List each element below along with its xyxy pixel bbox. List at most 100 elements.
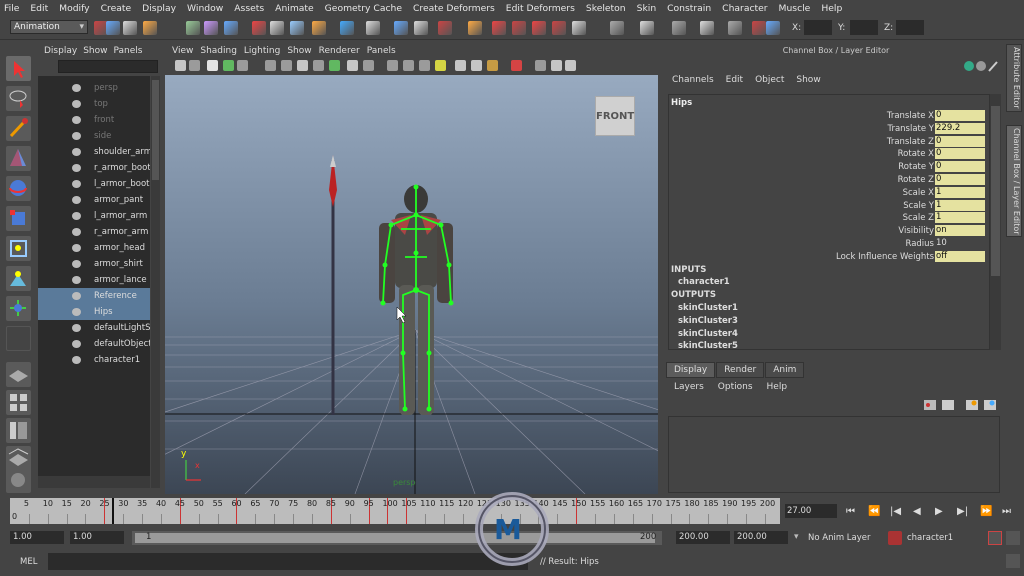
channel-attribute-row[interactable]: Visibility on <box>669 225 989 238</box>
le-menu-help[interactable]: Help <box>767 382 788 392</box>
viewport-tool-icon[interactable] <box>329 60 340 71</box>
step-forward-frame-icon[interactable]: ▶| <box>957 506 968 517</box>
viewport-tool-icon[interactable] <box>471 60 482 71</box>
channel-box-scrollbar[interactable] <box>990 94 1001 350</box>
channel-attribute-row[interactable]: Scale X1 <box>669 186 989 200</box>
channel-attribute-row[interactable]: Scale Z1 <box>669 212 989 225</box>
channel-attribute-row[interactable]: Rotate Y0 <box>669 161 989 174</box>
channel-attribute-value[interactable]: 1 <box>935 199 985 211</box>
outliner-hscrollbar[interactable] <box>38 476 150 488</box>
script-editor-icon[interactable] <box>1006 554 1020 568</box>
mel-input[interactable] <box>48 553 528 570</box>
outliner-item[interactable]: shoulder_armor <box>38 144 150 160</box>
soft-mod-tool-icon[interactable] <box>6 266 31 291</box>
layer-list[interactable] <box>668 416 1000 493</box>
outliner-search-input[interactable] <box>58 60 158 73</box>
channel-box-tab[interactable]: Channel Box / Layer Editor <box>1006 125 1022 237</box>
y-field[interactable] <box>850 20 878 35</box>
menu-modify[interactable]: Modify <box>59 3 89 14</box>
menu-edit-deformers[interactable]: Edit Deformers <box>506 3 575 14</box>
menu-help[interactable]: Help <box>821 3 842 14</box>
menu-skeleton[interactable]: Skeleton <box>586 3 626 14</box>
outliner-item[interactable]: side <box>38 128 150 144</box>
lasso-tool-icon[interactable] <box>6 86 31 111</box>
select-tool-icon[interactable] <box>6 56 31 81</box>
shelf-tool-icon[interactable] <box>290 21 304 35</box>
channel-attribute-value[interactable]: 10 <box>935 238 985 249</box>
single-perspective-layout-icon[interactable] <box>6 362 31 387</box>
viewport-tool-icon[interactable] <box>511 60 522 71</box>
channel-attribute-value[interactable]: 0 <box>935 161 985 173</box>
viewport-scene[interactable]: FRONT persp y x <box>165 75 658 494</box>
shelf-tool-icon[interactable] <box>252 21 266 35</box>
anim-layer-label[interactable]: No Anim Layer <box>808 533 871 543</box>
outliner-item[interactable]: l_armor_boot <box>38 176 150 192</box>
viewport-tool-icon[interactable] <box>313 60 324 71</box>
outliner-item[interactable]: armor_head <box>38 240 150 256</box>
play-backwards-icon[interactable]: ◀ <box>913 506 921 517</box>
channel-attribute-row[interactable]: Translate X0 <box>669 110 989 123</box>
x-field[interactable] <box>804 20 832 35</box>
viewport-tool-icon[interactable] <box>363 60 374 71</box>
viewport-tool-icon[interactable] <box>487 60 498 71</box>
viewport-menu-renderer[interactable]: Renderer <box>319 46 360 56</box>
outliner-item[interactable]: l_armor_arm <box>38 208 150 224</box>
output-node[interactable]: skinCluster3 <box>678 316 738 326</box>
shelf-tool-icon[interactable] <box>700 21 714 35</box>
viewport-tool-icon[interactable] <box>387 60 398 71</box>
outliner-item[interactable]: character1 <box>38 352 150 368</box>
viewport-tool-icon[interactable] <box>455 60 466 71</box>
channel-attribute-row[interactable]: Translate Z0 <box>669 135 989 149</box>
manipulator-tool-icon[interactable] <box>6 236 31 261</box>
cb-menu-edit[interactable]: Edit <box>726 75 743 89</box>
menu-file[interactable]: File <box>4 3 19 14</box>
channel-attribute-value[interactable]: 0 <box>935 135 985 147</box>
shelf-tool-icon[interactable] <box>366 21 380 35</box>
menu-skin[interactable]: Skin <box>637 3 657 14</box>
outliner-layout-icon[interactable] <box>6 418 31 443</box>
tab-anim[interactable]: Anim <box>765 362 805 378</box>
viewport-menu-shading[interactable]: Shading <box>200 46 237 56</box>
channel-attribute-row[interactable]: Scale Y1 <box>669 199 989 213</box>
shelf-tool-icon[interactable] <box>394 21 408 35</box>
viewport-tool-icon[interactable] <box>347 60 358 71</box>
shelf-tool-icon[interactable] <box>532 21 546 35</box>
viewport-tool-icon[interactable] <box>281 60 292 71</box>
input-node[interactable]: character1 <box>678 277 730 287</box>
outliner-menu-panels[interactable]: Panels <box>113 46 142 56</box>
channel-attribute-row[interactable]: Rotate X0 <box>669 148 989 161</box>
channel-attribute-row[interactable]: Rotate Z0 <box>669 174 989 187</box>
inner-start-field[interactable]: 1.00 <box>70 531 124 544</box>
channel-attribute-value[interactable]: 0 <box>935 148 985 160</box>
outliner-item[interactable]: armor_lance <box>38 272 150 288</box>
outer-end-field[interactable]: 200.00 <box>734 531 788 544</box>
shelf-tool-icon[interactable] <box>610 21 624 35</box>
shelf-tool-icon[interactable] <box>414 21 428 35</box>
menu-create-deformers[interactable]: Create Deformers <box>413 3 495 14</box>
shelf-tool-icon[interactable] <box>438 21 452 35</box>
viewport-tool-icon[interactable] <box>551 60 562 71</box>
cb-menu-object[interactable]: Object <box>755 75 784 89</box>
menu-edit[interactable]: Edit <box>30 3 48 14</box>
step-back-frame-icon[interactable]: |◀ <box>890 506 901 517</box>
channel-attribute-row[interactable]: Lock Influence Weights off <box>669 250 989 264</box>
shelf-tool-icon[interactable] <box>204 21 218 35</box>
output-node[interactable]: skinCluster1 <box>678 303 738 313</box>
channel-attribute-value[interactable]: on <box>935 225 985 237</box>
range-bar[interactable]: 1 200 <box>132 531 662 545</box>
cb-menu-show[interactable]: Show <box>796 75 820 89</box>
inputs-header[interactable]: INPUTS <box>671 265 706 275</box>
move-tool-icon[interactable] <box>6 146 31 171</box>
shelf-tool-icon[interactable] <box>143 21 157 35</box>
channel-attribute-row[interactable]: Radius 10 <box>669 238 989 251</box>
menu-animate[interactable]: Animate <box>275 3 314 14</box>
shelf-tool-icon[interactable] <box>270 21 284 35</box>
auto-key-icon[interactable] <box>988 531 1002 545</box>
output-node[interactable]: skinCluster4 <box>678 329 738 339</box>
go-to-end-icon[interactable]: ⏭ <box>1002 506 1011 517</box>
character-set-label[interactable]: character1 <box>907 533 953 543</box>
outliner-menu-show[interactable]: Show <box>83 46 107 56</box>
shelf-tool-icon[interactable] <box>106 21 120 35</box>
last-tool-slot[interactable] <box>6 326 31 351</box>
shelf-tool-icon[interactable] <box>123 21 137 35</box>
